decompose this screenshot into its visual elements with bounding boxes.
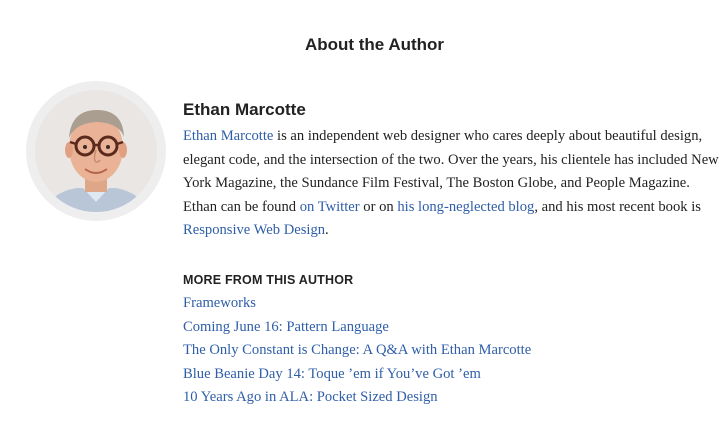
author-bio: Ethan Marcotte is an independent web des… xyxy=(183,125,723,243)
article-link[interactable]: The Only Constant is Change: A Q&A with … xyxy=(183,342,531,358)
author-name-link[interactable]: Ethan Marcotte xyxy=(183,128,273,144)
list-item: Blue Beanie Day 14: Toque ’em if You’ve … xyxy=(183,363,531,387)
bio-text: or on xyxy=(359,198,398,215)
twitter-link[interactable]: on Twitter xyxy=(300,199,360,215)
article-link[interactable]: Blue Beanie Day 14: Toque ’em if You’ve … xyxy=(183,366,481,382)
list-item: Coming June 16: Pattern Language xyxy=(183,316,531,340)
list-item: The Only Constant is Change: A Q&A with … xyxy=(183,339,531,363)
book-link[interactable]: Responsive Web Design xyxy=(183,222,325,238)
article-link[interactable]: Frameworks xyxy=(183,295,256,311)
bio-text: , and his most recent book is xyxy=(534,198,701,215)
more-from-author-heading: MORE FROM THIS AUTHOR xyxy=(183,273,354,287)
author-name: Ethan Marcotte xyxy=(183,100,306,119)
author-info: Ethan Marcotte Ethan Marcotte is an inde… xyxy=(183,99,723,243)
more-articles-list: Frameworks Coming June 16: Pattern Langu… xyxy=(183,292,531,410)
article-link[interactable]: Coming June 16: Pattern Language xyxy=(183,319,389,335)
article-link[interactable]: 10 Years Ago in ALA: Pocket Sized Design xyxy=(183,389,438,405)
blog-link[interactable]: his long-neglected blog xyxy=(397,199,534,215)
about-author-section: About the Author Ethan Marcotte Ethan Ma… xyxy=(0,0,728,432)
bio-text: . xyxy=(325,222,329,238)
author-avatar xyxy=(35,90,157,212)
section-title: About the Author xyxy=(304,35,445,54)
list-item: 10 Years Ago in ALA: Pocket Sized Design xyxy=(183,386,531,410)
list-item: Frameworks xyxy=(183,292,531,316)
avatar-frame xyxy=(26,81,166,221)
